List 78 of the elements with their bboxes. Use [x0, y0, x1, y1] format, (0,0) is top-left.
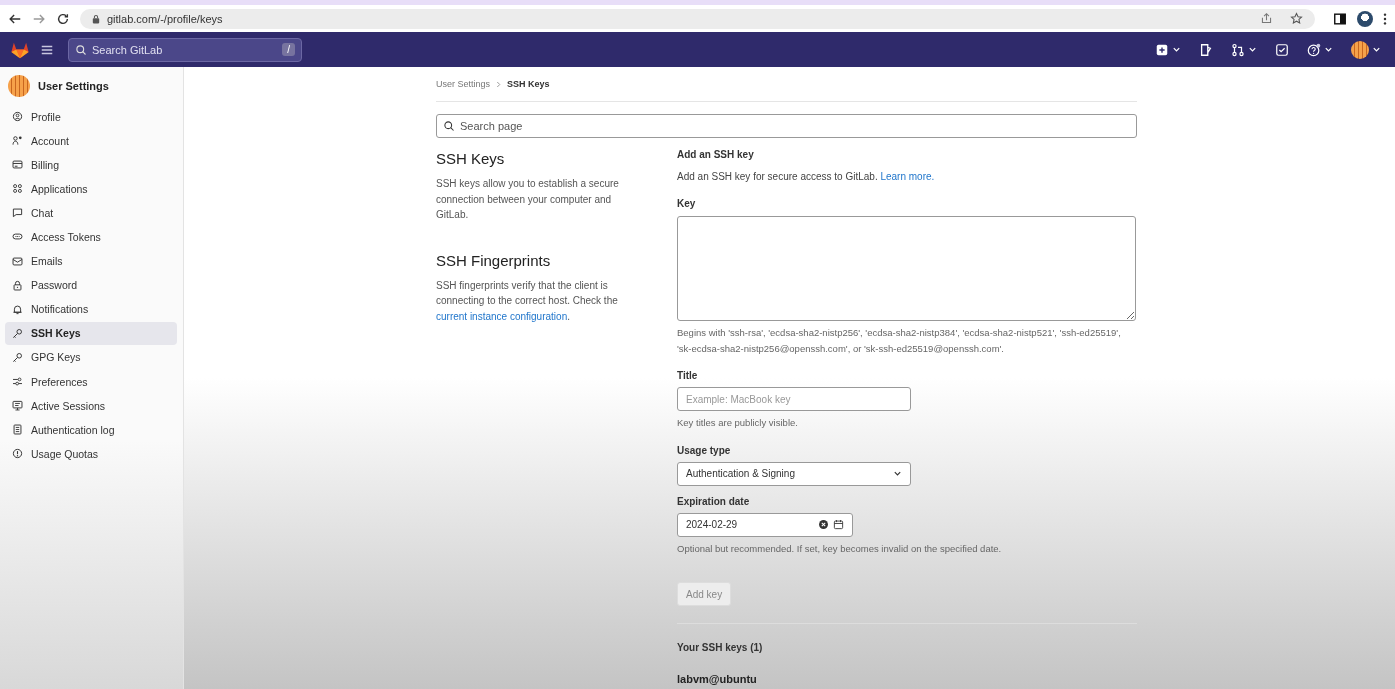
sidebar-item[interactable]: Access Tokens — [5, 225, 177, 249]
usage-type-dropdown[interactable]: Authentication & Signing — [677, 461, 911, 486]
url-text: gitlab.com/-/profile/keys — [107, 12, 223, 25]
key-icon — [12, 327, 23, 339]
lock-icon — [92, 13, 100, 24]
chat-bubble-icon — [12, 207, 23, 219]
calendar-icon[interactable] — [833, 519, 844, 530]
sidebar-item[interactable]: Usage Quotas — [5, 442, 177, 466]
chevron-down-icon — [893, 469, 902, 478]
keys-heading: Your SSH keys (1) — [677, 642, 764, 653]
help-icon — [1307, 42, 1321, 57]
chevron-right-icon — [496, 80, 502, 88]
key-icon — [12, 351, 23, 363]
document-icon — [1199, 42, 1213, 57]
checkbox-icon — [1275, 42, 1289, 57]
sidebar-item[interactable]: SSH Keys — [5, 321, 177, 345]
sidebar-title: User Settings — [38, 80, 109, 92]
sidebar-item[interactable]: Profile — [5, 105, 177, 128]
account-icon — [12, 135, 23, 147]
chevron-down-icon — [1372, 45, 1381, 54]
sidebar-item[interactable]: Password — [5, 273, 177, 297]
credit-card-icon — [12, 159, 23, 171]
sidebar-item[interactable]: Emails — [5, 249, 177, 273]
key-field[interactable] — [677, 216, 1136, 321]
field-label: Key — [677, 198, 697, 209]
share-icon[interactable] — [1260, 12, 1273, 25]
sidebar-item[interactable]: Billing — [5, 153, 177, 177]
sliders-icon — [12, 376, 23, 388]
sidebar-item[interactable]: Notifications — [5, 297, 177, 321]
form-heading: Add an SSH key — [677, 149, 755, 160]
user-avatar — [8, 75, 30, 97]
sidebar-item[interactable]: Active Sessions — [5, 394, 177, 418]
user-avatar — [1351, 40, 1369, 59]
learn-more-link[interactable]: Learn more. — [880, 171, 935, 182]
section-description: SSH fingerprints verify that the client is connecting to the correct host. Check the current instance configuration. — [436, 278, 619, 324]
star-icon[interactable] — [1290, 12, 1303, 25]
section-description: SSH keys allow you to establish a secure connection between your computer and GitLab. — [436, 177, 620, 222]
clear-icon[interactable] — [818, 519, 829, 530]
sidebar-item[interactable]: Applications — [5, 177, 177, 201]
field-label: Title — [677, 370, 699, 381]
field-help-text: Key titles are publicly visible. — [677, 416, 799, 430]
bell-icon — [12, 303, 23, 315]
section-heading: SSH Fingerprints — [436, 251, 552, 269]
plus-square-icon — [1155, 42, 1169, 57]
sidebar-item[interactable]: GPG Keys — [5, 345, 177, 369]
monitor-icon — [12, 400, 23, 412]
search-page-field[interactable]: Search page — [436, 114, 1137, 138]
more-icon[interactable] — [1383, 11, 1387, 26]
field-help-text: Optional but recommended. If set, key becomes invalid on the specified date. — [677, 541, 1003, 556]
envelope-icon — [12, 255, 23, 267]
log-icon — [12, 424, 23, 436]
address-bar[interactable]: gitlab.com/-/profile/keys — [80, 8, 1315, 29]
sidebar-item[interactable]: Chat — [5, 201, 177, 225]
user-icon — [12, 111, 23, 122]
form-description: Add an SSH key for secure access to GitLab. Learn more. — [677, 171, 936, 182]
reload-icon[interactable] — [56, 11, 70, 26]
expiration-date-field[interactable]: 2024-02-29 — [677, 512, 853, 537]
field-label: Usage type — [677, 444, 732, 456]
merge-request-icon — [1231, 42, 1245, 57]
side-panel-icon[interactable] — [1333, 11, 1347, 26]
chevron-down-icon — [1248, 45, 1257, 54]
title-field[interactable]: Example: MacBook key — [677, 387, 911, 411]
chevron-down-icon — [1172, 45, 1181, 54]
info-icon — [12, 448, 23, 460]
token-icon — [12, 231, 23, 243]
key-title[interactable]: labvm@ubuntu — [677, 673, 1137, 685]
grid-icon — [12, 183, 23, 195]
sidebar-item[interactable]: Preferences — [5, 370, 177, 394]
breadcrumb-link[interactable]: User Settings — [436, 79, 491, 89]
field-label: Expiration date — [677, 495, 751, 507]
section-heading: SSH Keys — [436, 150, 506, 167]
chevron-down-icon — [1324, 45, 1333, 54]
sidebar-item[interactable]: Account — [5, 129, 177, 153]
field-help-text: Begins with 'ssh-rsa', 'ecdsa-sha2-nistp256', 'ecdsa-sha2-nistp384', 'ecdsa-sha2-nistp521', 'ssh-ed25519', 'sk-ecdsa-sha2-nistp256@openssh.com', or 'sk-ssh-ed25519@openssh.com'. — [677, 326, 1122, 356]
sidebar-item[interactable]: Authentication log — [5, 418, 177, 442]
breadcrumb-link[interactable]: SSH Keys — [507, 79, 550, 89]
lock-icon — [12, 279, 23, 291]
profile-avatar[interactable] — [1357, 10, 1373, 27]
